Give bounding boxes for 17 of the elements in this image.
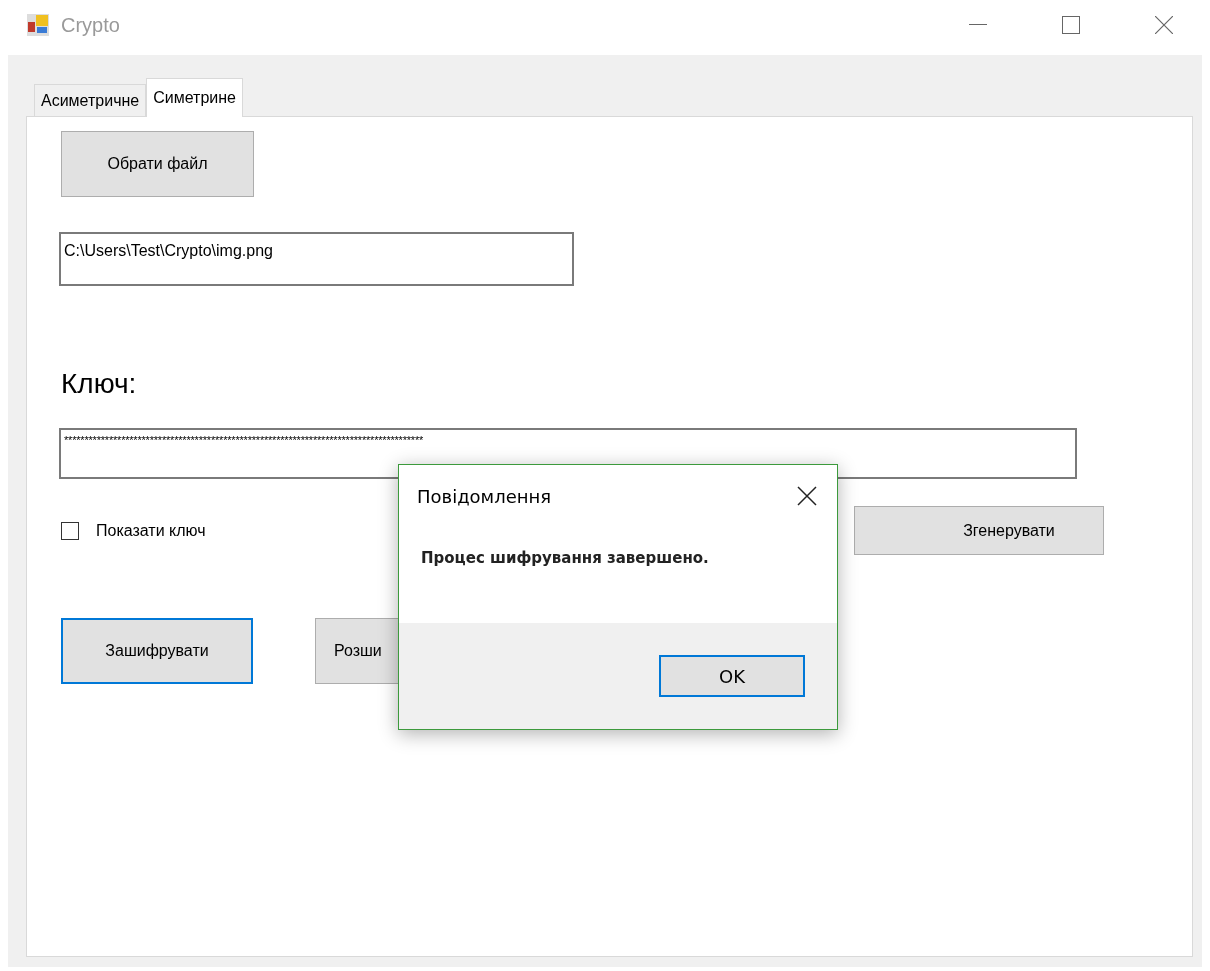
dialog-title: Повідомлення [417,485,553,507]
dialog-message: Процес шифрування завершено. [420,548,710,569]
app-icon [27,14,49,36]
ok-button[interactable]: OK [659,655,805,697]
file-path-field[interactable]: C:\Users\Test\Crypto\img.png [59,232,574,286]
minimize-icon[interactable] [968,24,987,26]
encrypt-button[interactable]: Зашифрувати [61,618,253,684]
show-key-label[interactable]: Показати ключ [96,521,206,540]
choose-file-button[interactable]: Обрати файл [61,131,254,197]
tab[interactable]: Симетрине [146,78,243,117]
window-title: Crypto [61,13,120,37]
generate-button[interactable]: Згенерувати [854,506,1104,555]
key-label: Ключ: [61,368,138,400]
close-icon[interactable] [797,486,817,506]
show-key-checkbox[interactable] [61,521,79,540]
tab[interactable]: Асиметричне [34,84,147,116]
maximize-icon[interactable] [1061,16,1080,34]
